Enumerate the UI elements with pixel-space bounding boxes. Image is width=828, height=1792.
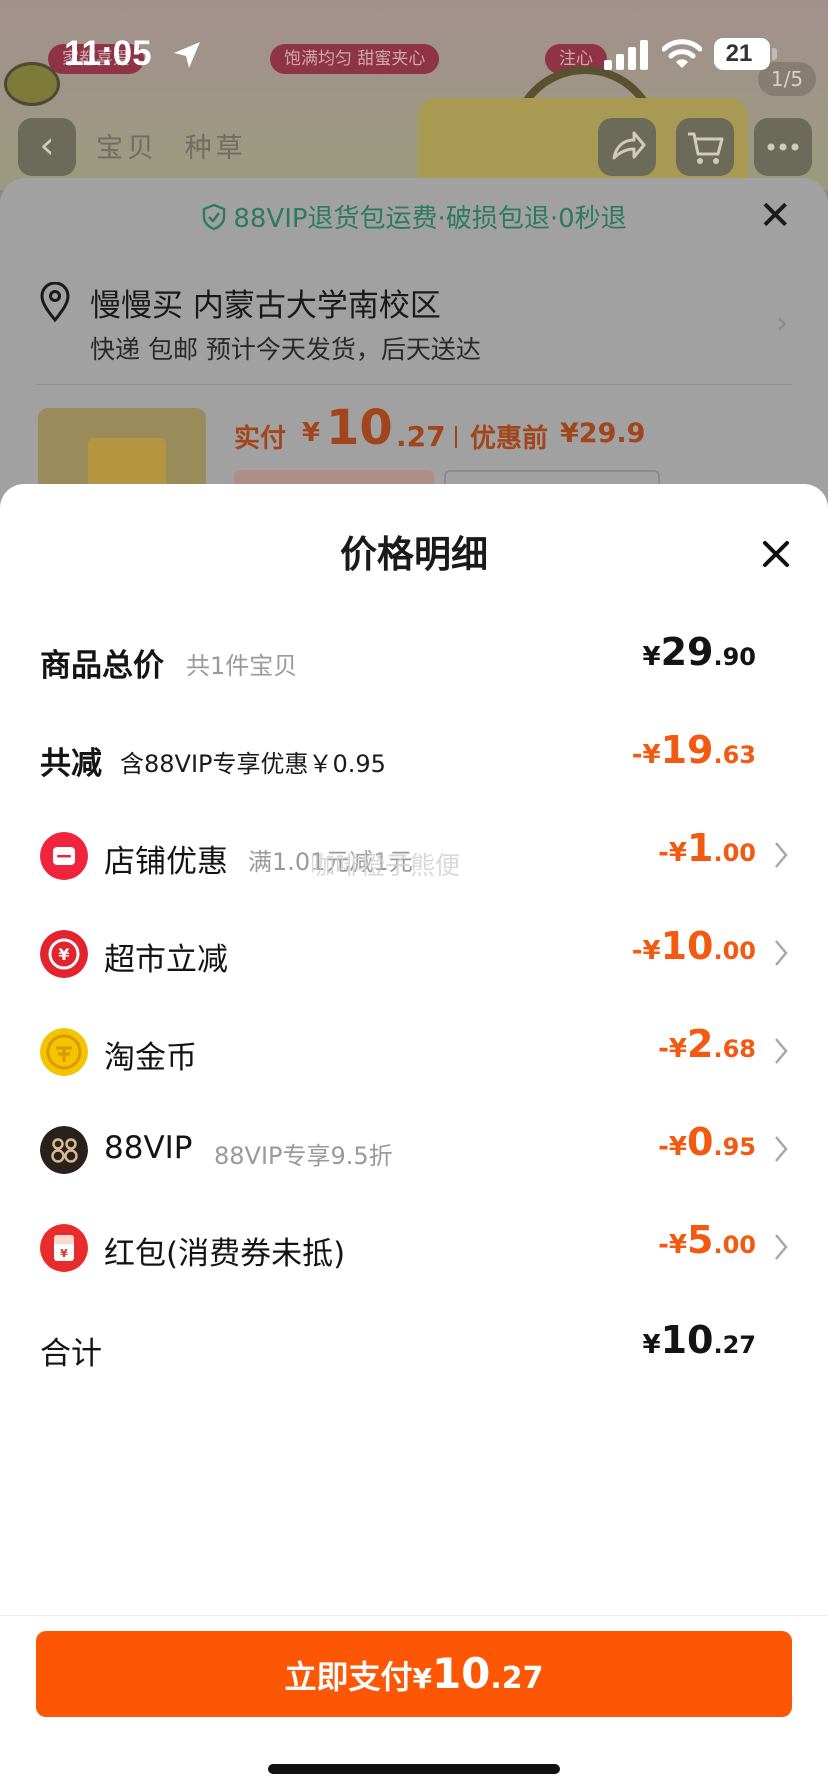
- red-packet-icon: ¥: [40, 1224, 88, 1272]
- pay-button-content: 立即支付¥10.27: [284, 1649, 544, 1698]
- price-row-subtotal: 商品总价 共1件宝贝 ¥29.90: [0, 630, 828, 690]
- price-row-red-packet[interactable]: ¥ 红包(消费券未抵) -¥5.00: [0, 1218, 828, 1278]
- share-icon[interactable]: [598, 118, 656, 176]
- chevron-right-icon[interactable]: ›: [776, 306, 788, 341]
- battery-icon: 21: [714, 38, 770, 70]
- vip-return-text: 88VIP退货包运费·破损包退·0秒退: [233, 204, 627, 234]
- delivery-estimate: 快递 包邮 预计今天发货，后天送达: [90, 335, 481, 364]
- location-pin-icon: [40, 282, 70, 322]
- watermark-text: 咖啡橙子熊便: [310, 851, 461, 880]
- shop-discount-icon: [40, 832, 88, 880]
- svg-text:¥: ¥: [58, 945, 69, 964]
- status-bar: 11:05 21: [0, 0, 828, 110]
- row-label: 超市立减: [104, 942, 228, 978]
- row-amount: -¥5.00: [658, 1218, 756, 1262]
- price-row-total-discount: 共减 含88VIP专享优惠￥0.95 -¥19.63: [0, 728, 828, 788]
- gold-coin-icon: [40, 1028, 88, 1076]
- price-row-taojinbi[interactable]: 淘金币 -¥2.68: [0, 1022, 828, 1082]
- row-sub: 88VIP专享9.5折: [214, 1142, 393, 1170]
- wifi-icon: [662, 39, 702, 68]
- tab-zhongcao[interactable]: 种草: [185, 133, 247, 164]
- row-sub: 含88VIP专享优惠￥0.95: [120, 750, 386, 778]
- location-arrow-icon: [174, 42, 200, 68]
- chevron-right-icon: [775, 1234, 788, 1260]
- pay-now-button[interactable]: 立即支付¥10.27: [36, 1631, 792, 1717]
- row-label: 88VIP: [104, 1130, 193, 1166]
- divider: [0, 1615, 828, 1616]
- row-label: 淘金币: [104, 1040, 197, 1076]
- product-nav-tabs: 宝贝 种草: [96, 126, 261, 165]
- row-label: 共减: [40, 746, 102, 782]
- currency-symbol: ¥: [302, 418, 321, 448]
- row-amount: -¥10.00: [631, 924, 756, 968]
- vip88-icon: [40, 1126, 88, 1174]
- row-amount: -¥1.00: [658, 826, 756, 870]
- shield-check-icon: [203, 203, 226, 231]
- tab-baobei[interactable]: 宝贝: [96, 133, 158, 164]
- price-row-supermarket-discount[interactable]: ¥ 超市立减 -¥10.00: [0, 924, 828, 984]
- back-icon[interactable]: ‹: [18, 118, 76, 176]
- chevron-right-icon: [775, 1136, 788, 1162]
- home-indicator: [268, 1764, 560, 1774]
- row-label: 红包(消费券未抵): [104, 1236, 346, 1272]
- battery-nub: [772, 48, 777, 60]
- vip-return-notice: 88VIP退货包运费·破损包退·0秒退: [0, 198, 828, 235]
- row-sub: 共1件宝贝: [186, 652, 298, 680]
- actual-pay-integer: 10: [326, 400, 393, 456]
- supermarket-discount-icon: ¥: [40, 930, 88, 978]
- chevron-right-icon: [775, 940, 788, 966]
- divider: [36, 384, 792, 385]
- row-label: 店铺优惠: [104, 844, 228, 880]
- row-amount: -¥0.95: [658, 1120, 756, 1164]
- battery-level: 21: [725, 40, 753, 67]
- cellular-signal-icon: [604, 40, 648, 70]
- price-row-total: 合计 ¥10.27: [0, 1318, 828, 1378]
- row-amount: ¥29.90: [642, 630, 757, 674]
- row-amount: -¥19.63: [631, 728, 756, 772]
- chevron-right-icon: [775, 842, 788, 868]
- chevron-right-icon: [775, 1038, 788, 1064]
- row-amount: ¥10.27: [642, 1318, 757, 1362]
- price-row-88vip[interactable]: 88VIP 88VIP专享9.5折 -¥0.95: [0, 1120, 828, 1180]
- divider: [455, 426, 457, 448]
- row-amount: -¥2.68: [658, 1022, 756, 1066]
- delivery-address[interactable]: 慢慢买 内蒙古大学南校区: [90, 280, 441, 325]
- more-icon[interactable]: [754, 118, 812, 176]
- sheet-title: 价格明细: [340, 533, 488, 576]
- before-discount-value: ¥29.9: [560, 418, 646, 449]
- row-label: 合计: [40, 1336, 102, 1372]
- close-icon[interactable]: ✕: [758, 196, 792, 236]
- price-detail-sheet: 价格明细 商品总价 共1件宝贝 ¥29.90 共减 含88VIP专享优惠￥0.9…: [0, 484, 828, 1792]
- shipping-sheet: 88VIP退货包运费·破损包退·0秒退 ✕ 慢慢买 内蒙古大学南校区 快递 包邮…: [0, 178, 828, 508]
- svg-text:¥: ¥: [60, 1247, 68, 1260]
- actual-pay-label: 实付: [234, 424, 287, 454]
- before-discount-label: 优惠前: [470, 424, 549, 454]
- status-time: 11:05: [64, 34, 152, 73]
- close-icon[interactable]: [754, 532, 798, 576]
- actual-pay-decimal: .27: [396, 420, 446, 453]
- row-label: 商品总价: [40, 648, 164, 684]
- cart-icon[interactable]: [676, 118, 734, 176]
